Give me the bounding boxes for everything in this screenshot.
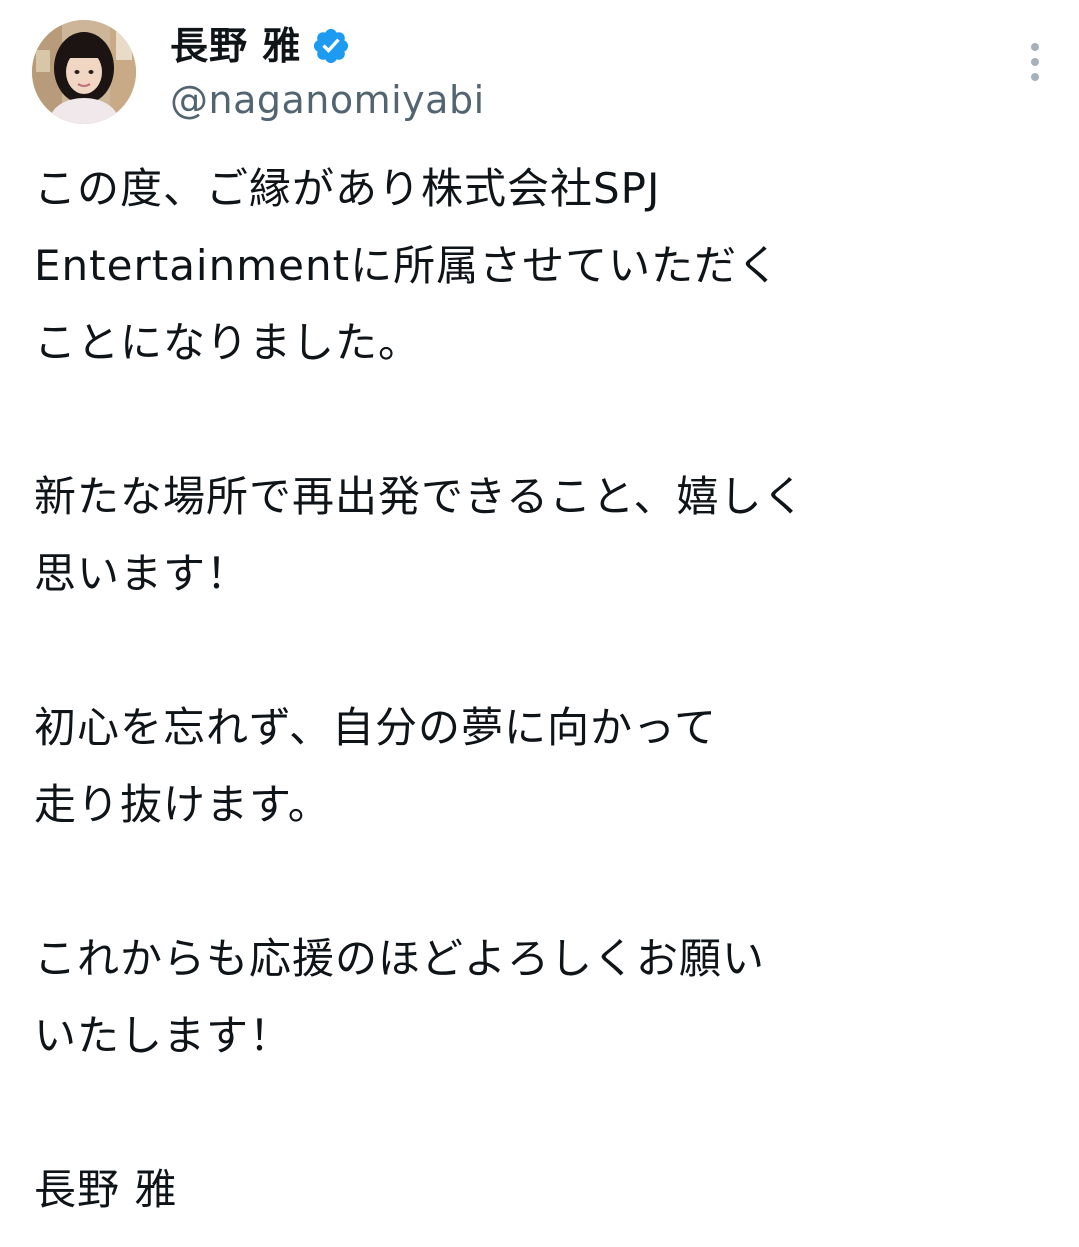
tweet-line: 走り抜けます。 <box>34 780 331 829</box>
name-row[interactable]: 長野 雅 <box>170 22 351 70</box>
more-vertical-icon[interactable] <box>1023 40 1047 84</box>
tweet-line: いたします！ <box>34 1011 293 1060</box>
tweet: 長野 雅 @naganomiyabi この度、ご縁があり株式会社SPJ Ente… <box>0 0 1079 1247</box>
avatar[interactable] <box>32 20 136 124</box>
tweet-line: 思います！ <box>34 549 250 598</box>
tweet-line: 新たな場所で再出発できること、嬉しく <box>34 472 806 521</box>
verified-badge-icon <box>311 26 351 66</box>
user-handle[interactable]: @naganomiyabi <box>170 76 485 124</box>
tweet-text: この度、ご縁があり株式会社SPJ Entertainmentに所属させていただく… <box>34 150 1034 1228</box>
tweet-line: 初心を忘れず、自分の夢に向かって <box>34 703 717 752</box>
tweet-signature: 長野 雅 <box>34 1165 178 1214</box>
tweet-line: この度、ご縁があり株式会社SPJ <box>34 164 661 213</box>
tweet-line: Entertainmentに所属させていただく <box>34 241 781 290</box>
tweet-header: 長野 雅 @naganomiyabi <box>32 20 1047 130</box>
display-name[interactable]: 長野 雅 <box>170 22 301 70</box>
tweet-line: これからも応援のほどよろしくお願い <box>34 934 766 983</box>
tweet-line: ことになりました。 <box>34 318 422 367</box>
